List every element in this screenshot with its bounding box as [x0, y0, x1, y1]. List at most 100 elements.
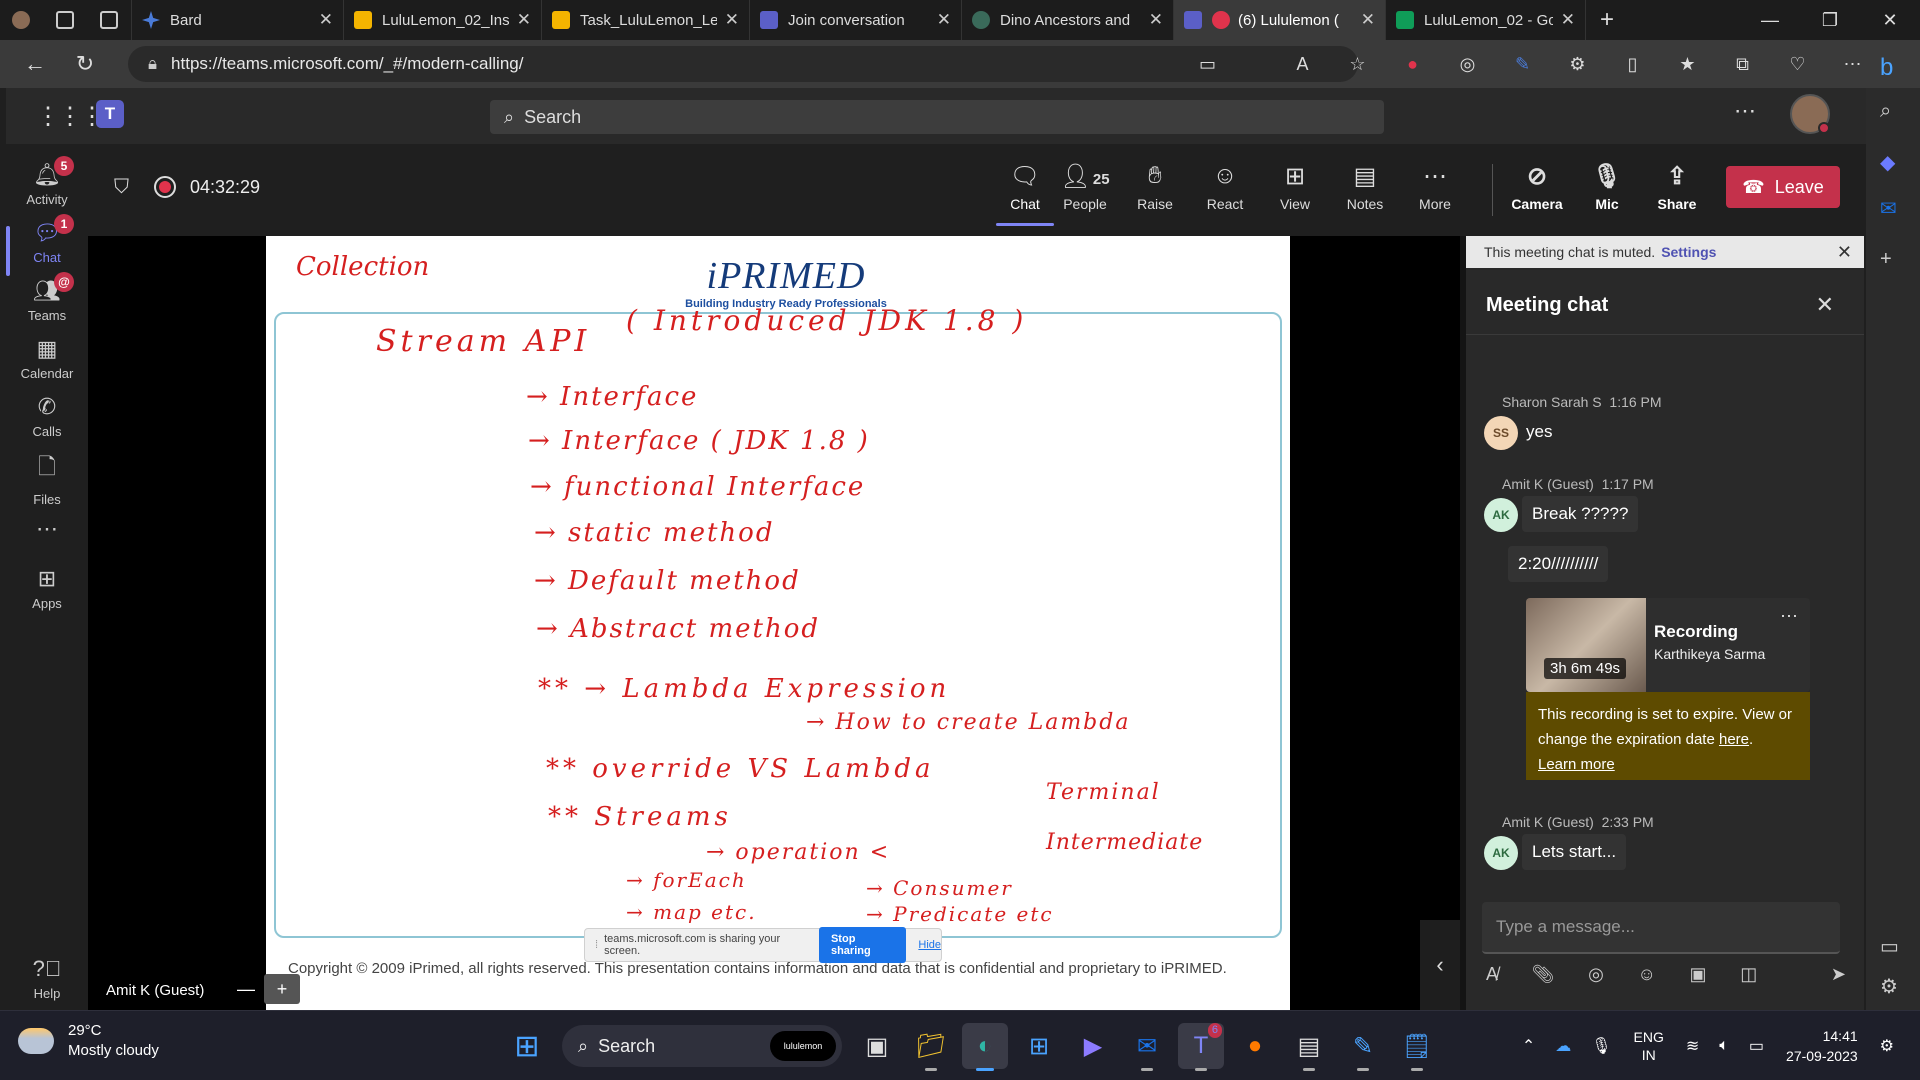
emoji-icon[interactable]: ☺ — [1638, 964, 1656, 985]
sticker-icon[interactable]: ◫ — [1740, 964, 1757, 985]
close-icon[interactable]: ✕ — [725, 10, 739, 30]
onedrive-icon[interactable]: ☁ — [1555, 1036, 1571, 1056]
refresh-icon[interactable]: ↻ — [60, 51, 110, 77]
stop-sharing-button[interactable]: Stop sharing — [818, 927, 907, 963]
copilot-icon[interactable]: ◆ — [1880, 150, 1895, 175]
collections-icon[interactable]: ⧉ — [1715, 54, 1770, 75]
zoom-in-icon[interactable]: + — [264, 974, 300, 1004]
rail-item-calendar[interactable]: ▦ Calendar — [6, 336, 88, 381]
react-button[interactable]: ☺ React — [1192, 162, 1258, 212]
rail-item-chat[interactable]: 💬︎ Chat 1 — [6, 214, 88, 265]
favorites-list-icon[interactable]: ★ — [1660, 54, 1715, 75]
performance-icon[interactable]: ♡ — [1770, 54, 1825, 75]
workspaces-button[interactable] — [44, 0, 88, 40]
search-input[interactable]: ⌕ Search — [490, 100, 1384, 134]
recording-card[interactable]: 3h 6m 49s Recording Karthikeya Sarma ⋯ — [1526, 598, 1810, 692]
close-icon[interactable]: ✕ — [937, 10, 951, 30]
extension-stop-icon[interactable]: ● — [1385, 54, 1440, 75]
tab-task-lululemon[interactable]: Task_LuluLemon_Le ✕ — [542, 0, 750, 40]
new-tab-button[interactable]: + — [1586, 6, 1628, 34]
notes-button[interactable]: ▤ Notes — [1332, 162, 1398, 212]
edge-icon[interactable]: ◐ — [962, 1023, 1008, 1071]
close-icon[interactable]: ✕ — [319, 10, 333, 30]
gear-icon[interactable]: ⚙ — [1880, 974, 1898, 999]
read-aloud-icon[interactable]: A — [1275, 54, 1330, 75]
share-button[interactable]: ⇪ Share — [1644, 162, 1710, 212]
close-icon[interactable]: ✕ — [1561, 10, 1575, 30]
tab-lululemon-instr[interactable]: LuluLemon_02_Instr ✕ — [344, 0, 542, 40]
more-actions-button[interactable]: ⋯ More — [1402, 162, 1468, 212]
favorite-icon[interactable]: ☆ — [1330, 54, 1385, 75]
close-icon[interactable]: ✕ — [1837, 242, 1852, 263]
chevron-up-icon[interactable]: ⌃ — [1522, 1036, 1535, 1056]
more-icon[interactable]: ⋯ — [1780, 606, 1798, 627]
learn-more-link[interactable]: Learn more — [1538, 756, 1615, 773]
weather-widget[interactable]: 29°C Mostly cloudy — [18, 1021, 159, 1061]
rail-item-activity[interactable]: 🔔︎ Activity 5 — [6, 156, 88, 207]
app-launcher-icon[interactable]: ⋮⋮⋮ — [36, 102, 104, 131]
paint-icon[interactable]: ✎ — [1340, 1023, 1386, 1071]
rail-item-calls[interactable]: ✆ Calls — [6, 394, 88, 439]
camera-button[interactable]: ⊘ Camera — [1504, 162, 1570, 212]
rail-item-files[interactable]: 🗋︎ Files — [6, 450, 88, 507]
notification-icon[interactable]: ⚙ — [1880, 1036, 1894, 1056]
outlook-icon[interactable]: ✉ — [1880, 196, 1897, 221]
mic-icon[interactable]: 🎙︎ — [1591, 1036, 1611, 1056]
grammarly-icon[interactable]: ◎ — [1440, 54, 1495, 75]
close-chat-icon[interactable]: ✕ — [1816, 292, 1834, 318]
store-icon[interactable]: ⊞ — [1016, 1023, 1062, 1069]
rail-item-apps[interactable]: ⊞ Apps — [6, 566, 88, 611]
zoom-out-icon[interactable]: — — [228, 974, 264, 1004]
rail-item-more[interactable]: ⋯ — [6, 516, 88, 546]
vpn-icon[interactable]: ● — [1232, 1023, 1278, 1069]
clock[interactable]: 14:41 27-09-2023 — [1786, 1026, 1858, 1066]
chat-button[interactable]: 🗨︎ Chat — [992, 162, 1058, 226]
more-options-icon[interactable]: ⋯ — [1734, 98, 1756, 124]
bing-icon[interactable]: b — [1880, 54, 1893, 82]
volume-icon[interactable]: 🔈︎ — [1719, 1037, 1729, 1055]
search-icon[interactable]: ⌕ — [1880, 100, 1891, 123]
hide-notice-link[interactable]: Hide — [918, 939, 941, 951]
close-icon[interactable]: ✕ — [1149, 10, 1163, 30]
collapse-panel-icon[interactable]: ‹ — [1420, 920, 1460, 1010]
wifi-icon[interactable]: ≋ — [1686, 1036, 1699, 1056]
notepad-icon[interactable]: 🗒︎ — [1394, 1023, 1440, 1071]
loop-icon[interactable]: ◎ — [1588, 964, 1604, 985]
windows-start-icon[interactable]: ⊞ — [504, 1023, 550, 1069]
tab-actions-button[interactable] — [88, 0, 132, 40]
drag-handle-icon[interactable]: ⁞ — [595, 939, 598, 951]
tab-dino-ancestors[interactable]: Dino Ancestors and ✕ — [962, 0, 1174, 40]
browser-menu-icon[interactable]: ⋯ — [1825, 54, 1880, 75]
leave-button[interactable]: ☎ Leave — [1726, 166, 1840, 208]
tab-lululemon-teams[interactable]: (6) Lululemon ( ✕ — [1174, 0, 1386, 40]
battery-icon[interactable]: ▭ — [1749, 1036, 1764, 1056]
close-icon[interactable]: ✕ — [1361, 10, 1375, 30]
outlook-icon[interactable]: ✉ — [1124, 1023, 1170, 1071]
people-button[interactable]: 👤︎ 25 People — [1052, 162, 1118, 212]
message-input[interactable]: Type a message... — [1482, 902, 1840, 954]
split-screen-icon[interactable]: ▯ — [1605, 54, 1660, 75]
attach-icon[interactable]: 📎︎ — [1532, 964, 1555, 985]
maximize-icon[interactable]: ❐ — [1800, 10, 1860, 31]
rail-item-help[interactable]: ?⃝ Help — [6, 956, 88, 1001]
url-field[interactable]: 🔒︎ https://teams.microsoft.com/_#/modern… — [128, 46, 1358, 82]
video-icon[interactable]: ▭ — [1180, 54, 1235, 75]
sidebar-toggle-icon[interactable]: ▭ — [1880, 934, 1899, 959]
raise-hand-button[interactable]: ✋︎ Raise — [1122, 162, 1188, 212]
extensions-icon[interactable]: ⚙ — [1550, 54, 1605, 75]
tab-join-conversation[interactable]: Join conversation ✕ — [750, 0, 962, 40]
language-indicator[interactable]: ENG IN — [1634, 1028, 1664, 1064]
media-player-icon[interactable]: ▶ — [1070, 1023, 1116, 1069]
shield-icon[interactable]: ⛉ — [114, 176, 129, 199]
keyboard-app-icon[interactable]: ▤ — [1286, 1023, 1332, 1071]
minimize-icon[interactable]: — — [1740, 10, 1800, 31]
add-icon[interactable]: + — [1880, 248, 1892, 271]
tab-bard[interactable]: Bard ✕ — [132, 0, 344, 40]
teams-taskbar-icon[interactable]: T6 — [1178, 1023, 1224, 1071]
send-icon[interactable]: ➤ — [1831, 964, 1846, 985]
task-view-icon[interactable]: ▣ — [854, 1023, 900, 1069]
avatar[interactable] — [1790, 94, 1830, 134]
pen-extension-icon[interactable]: ✎ — [1495, 54, 1550, 75]
close-icon[interactable]: ✕ — [517, 10, 531, 30]
mic-button[interactable]: 🎙︎ Mic — [1574, 162, 1640, 212]
